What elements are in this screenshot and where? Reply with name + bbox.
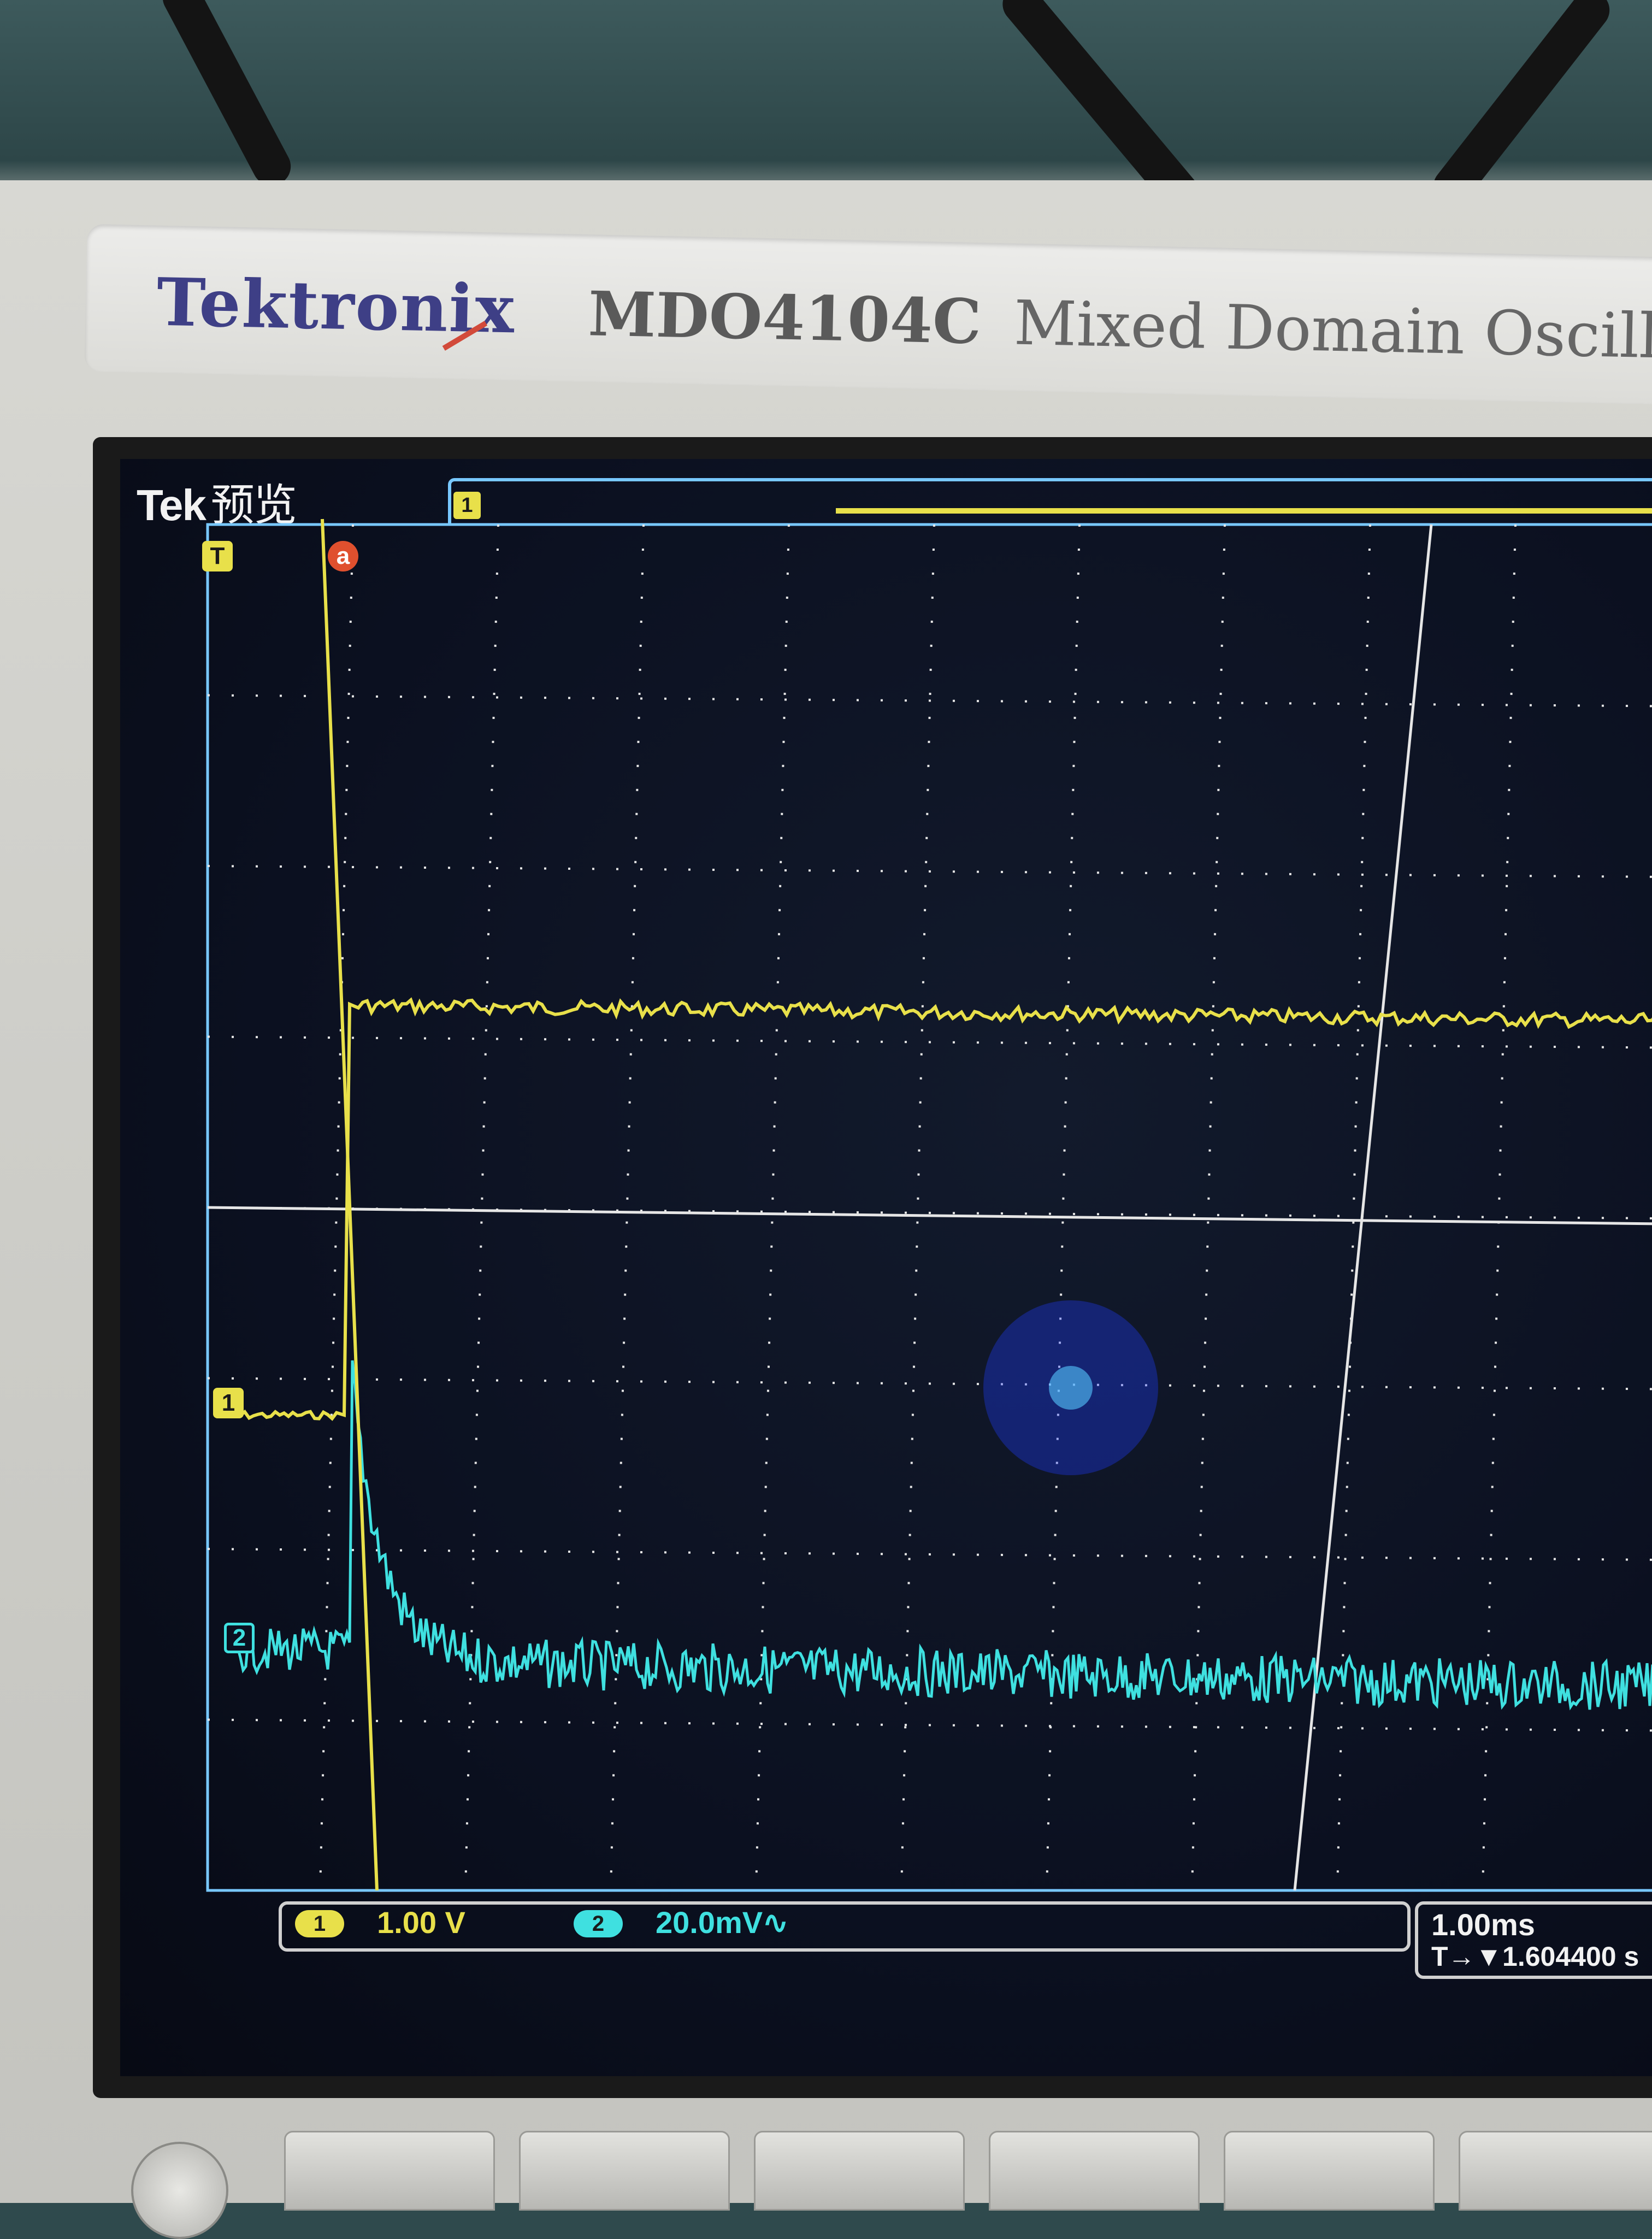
ch2-ground-marker: 2: [224, 1623, 255, 1653]
graticule-vline: [464, 524, 499, 1891]
graticule-frame: [206, 523, 1652, 1892]
ch1-scale: 1.00 V: [377, 1905, 465, 1940]
ch2-scale: 20.0mV∿: [656, 1905, 789, 1940]
graticule-hline: [207, 1035, 1652, 1049]
graticule-hline: [207, 865, 1652, 878]
waveform-display: [206, 518, 1652, 1892]
bezel-button-2[interactable]: [519, 2131, 730, 2211]
graticule-vline: [755, 524, 790, 1891]
oscilloscope-screen: Tek 预览 1 T a 1 2 1 1.00 V 2 20.0mV∿ 1.00m…: [120, 459, 1652, 2076]
bezel-button-4[interactable]: [989, 2131, 1200, 2211]
graticule-hline: [207, 1718, 1652, 1732]
trigger-level-marker: T: [202, 541, 233, 571]
graticule-hline: [207, 1548, 1652, 1561]
ch2-label-pill: 2: [574, 1910, 623, 1937]
graticule-hline: [207, 1377, 1652, 1390]
trigger-position: T→▼1.604400 s: [1431, 1941, 1639, 1972]
model-number: MDO4104C: [587, 278, 982, 358]
graticule-vline: [610, 524, 645, 1891]
blue-glare-core: [1049, 1366, 1093, 1410]
bezel-button-5[interactable]: [1224, 2131, 1435, 2211]
print-button[interactable]: [131, 2142, 228, 2239]
model-description: Mixed Domain Oscillo: [1013, 287, 1652, 373]
cursor-a-marker: a: [328, 541, 358, 571]
graticule-vline: [1336, 524, 1371, 1891]
model-label: MDO4104C Mixed Domain Oscillo: [587, 278, 1652, 373]
time-scale: 1.00ms: [1431, 1907, 1535, 1942]
ch2-waveform: [229, 1360, 1652, 1711]
bezel-button-1[interactable]: [284, 2131, 495, 2211]
graticule: [206, 523, 1652, 1892]
ch1-ground-marker: 1: [213, 1388, 244, 1418]
bezel-button-6[interactable]: [1459, 2131, 1652, 2211]
ch1-label-pill: 1: [295, 1910, 344, 1937]
cursor-a-line: [321, 518, 379, 1891]
bezel-button-3[interactable]: [754, 2131, 965, 2211]
graticule-hline: [207, 694, 1652, 708]
